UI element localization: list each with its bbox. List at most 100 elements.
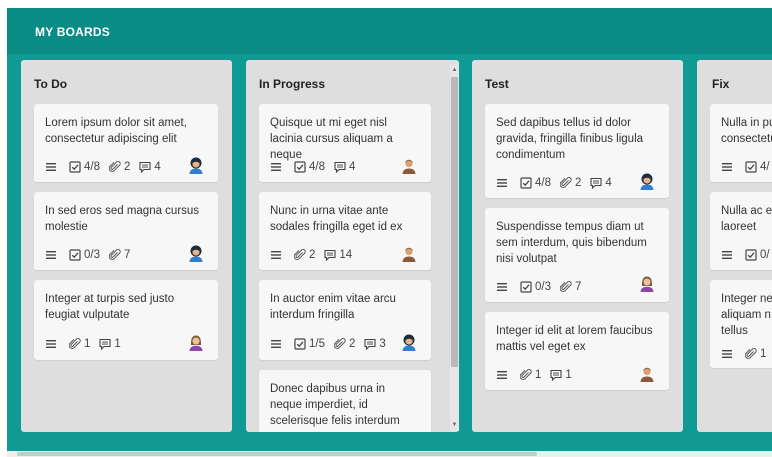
card-text: Integer at turpis sed justo feugiat vulp… (45, 293, 175, 321)
card[interactable]: Nunc in urna vitae ante sodales fringill… (259, 192, 431, 270)
attachment-badge: 2 (560, 177, 581, 189)
checklist-badge: 0/3 (69, 249, 100, 261)
paperclip-icon (520, 369, 532, 381)
card[interactable]: Integer ne aliquam n tellus 1 (710, 280, 772, 368)
column-in-progress: In Progress Quisque ut mi eget nisl laci… (246, 60, 459, 432)
scroll-thumb[interactable] (17, 452, 537, 456)
card-text: Donec dapibus urna in neque imperdiet, i… (270, 383, 400, 427)
attachment-badge: 2 (294, 249, 315, 261)
avatar[interactable] (400, 244, 418, 262)
avatar[interactable] (400, 333, 418, 351)
card-meta: 1 1 (496, 367, 581, 383)
attachment-badge: 1 (745, 348, 766, 360)
card-text: Integer id elit at lorem faucibus mattis… (496, 325, 653, 353)
checkbox-icon (520, 177, 532, 189)
checkbox-icon (745, 161, 757, 173)
comment-icon (590, 177, 602, 189)
paperclip-icon (334, 338, 346, 350)
avatar[interactable] (187, 156, 205, 174)
avatar[interactable] (187, 244, 205, 262)
card[interactable]: In sed eros sed magna cursus molestie 0/… (34, 192, 218, 270)
attachment-badge: 7 (109, 249, 130, 261)
card-meta: 1 (721, 346, 772, 362)
column-title: To Do (34, 77, 68, 91)
paperclip-icon (745, 348, 757, 360)
card[interactable]: Suspendisse tempus diam ut sem interdum,… (485, 208, 669, 302)
card[interactable]: Quisque ut mi eget nisl lacinia cursus a… (259, 104, 431, 182)
description-icon (496, 281, 511, 293)
card[interactable]: Sed dapibus tellus id dolor gravida, fri… (485, 104, 669, 198)
paperclip-icon (109, 161, 121, 173)
comment-icon (139, 161, 151, 173)
comment-icon (99, 338, 111, 350)
description-icon (45, 161, 60, 173)
comment-badge: 3 (364, 338, 386, 350)
card-meta: 0/3 7 (45, 247, 139, 263)
card[interactable]: In auctor enim vitae arcu interdum fring… (259, 280, 431, 360)
comment-icon (334, 161, 346, 173)
comment-icon (324, 249, 336, 261)
attachment-badge: 1 (520, 369, 541, 381)
card-meta: 0/ (721, 247, 772, 263)
card-meta: 1/5 2 3 (270, 336, 395, 352)
column-scrollbar[interactable]: ▲ ▼ (450, 65, 459, 431)
card-text: In sed eros sed magna cursus molestie (45, 205, 200, 233)
card[interactable]: Donec dapibus urna in neque imperdiet, i… (259, 370, 431, 432)
comment-icon (550, 369, 562, 381)
card-meta: 2 14 (270, 247, 361, 263)
avatar[interactable] (400, 156, 418, 174)
column-fix: Fix Nulla in pu consectetu 4/ Nulla ac e… (697, 60, 772, 432)
scroll-down-icon[interactable]: ▼ (451, 422, 458, 429)
checklist-badge: 4/ (745, 161, 770, 173)
card-meta: 1 1 (45, 336, 130, 352)
card-text: Suspendisse tempus diam ut sem interdum,… (496, 221, 647, 265)
checklist-badge: 0/3 (520, 281, 551, 293)
description-icon (270, 161, 285, 173)
attachment-badge: 2 (109, 161, 130, 173)
attachment-badge: 1 (69, 338, 90, 350)
card-meta: 4/8 4 (270, 159, 364, 175)
card-meta: 4/8 2 4 (496, 175, 621, 191)
checkbox-icon (294, 338, 306, 350)
avatar[interactable] (638, 364, 656, 382)
description-icon (721, 161, 736, 173)
description-icon (496, 177, 511, 189)
card-text: In auctor enim vitae arcu interdum fring… (270, 293, 396, 321)
card[interactable]: Nulla in pu consectetu 4/ (710, 104, 772, 182)
checklist-badge: 1/5 (294, 338, 325, 350)
paperclip-icon (69, 338, 81, 350)
checkbox-icon (745, 249, 757, 261)
card[interactable]: Lorem ipsum dolor sit amet, consectetur … (34, 104, 218, 182)
checklist-badge: 4/8 (294, 161, 325, 173)
avatar[interactable] (638, 274, 656, 292)
page-title[interactable]: MY BOARDS (35, 25, 110, 39)
card[interactable]: Integer id elit at lorem faucibus mattis… (485, 312, 669, 390)
card-text: Nunc in urna vitae ante sodales fringill… (270, 205, 403, 233)
card-text: Nulla in pu consectetu (721, 117, 772, 145)
checklist-badge: 4/8 (520, 177, 551, 189)
scroll-thumb[interactable] (451, 77, 458, 367)
paperclip-icon (560, 281, 572, 293)
column-title: In Progress (259, 77, 326, 91)
column-title: Fix (712, 77, 730, 91)
description-icon (270, 338, 285, 350)
column-title: Test (485, 77, 509, 91)
scroll-up-icon[interactable]: ▲ (451, 67, 458, 74)
checkbox-icon (69, 161, 81, 173)
paperclip-icon (109, 249, 121, 261)
card[interactable]: Integer at turpis sed justo feugiat vulp… (34, 280, 218, 360)
column-to-do: To Do Lorem ipsum dolor sit amet, consec… (21, 60, 232, 432)
description-icon (45, 249, 60, 261)
checkbox-icon (520, 281, 532, 293)
checklist-badge: 0/ (745, 249, 770, 261)
card-meta: 4/ (721, 159, 772, 175)
column-test: Test Sed dapibus tellus id dolor gravida… (472, 60, 683, 432)
paperclip-icon (560, 177, 572, 189)
card[interactable]: Nulla ac e laoreet 0/ (710, 192, 772, 270)
paperclip-icon (294, 249, 306, 261)
avatar[interactable] (638, 172, 656, 190)
board-horizontal-scrollbar[interactable] (7, 451, 772, 457)
card-text: Sed dapibus tellus id dolor gravida, fri… (496, 117, 644, 161)
description-icon (496, 369, 511, 381)
avatar[interactable] (187, 333, 205, 351)
